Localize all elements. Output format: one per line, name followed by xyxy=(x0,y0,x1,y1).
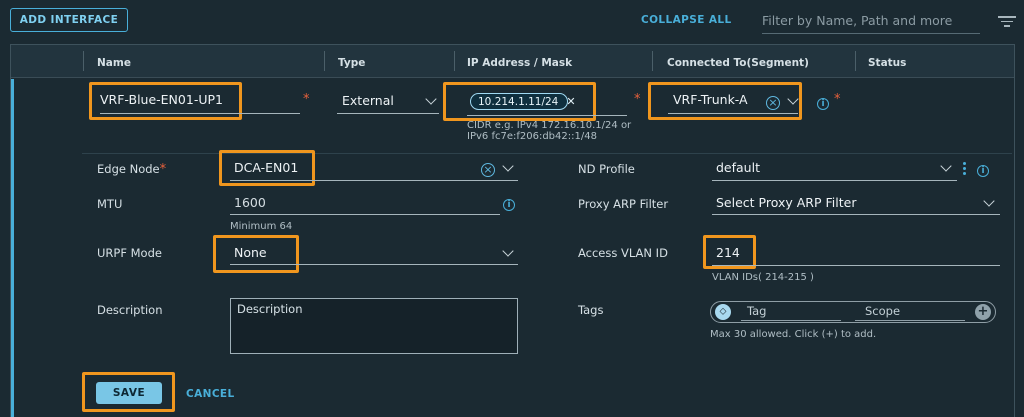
clear-icon[interactable]: × xyxy=(766,96,780,110)
nd-profile-select[interactable]: default xyxy=(712,160,957,181)
mtu-hint: Minimum 64 xyxy=(230,221,293,232)
ip-hint-line2: IPv6 fc7e:f206:db42::1/48 xyxy=(467,131,597,142)
ip-hint-line1: CIDR e.g. IPv4 172.16.10.1/24 or xyxy=(467,120,632,131)
type-value: External xyxy=(342,93,394,108)
info-icon[interactable]: i xyxy=(977,165,989,177)
required-mark: * xyxy=(634,92,641,107)
urpf-mode-label: URPF Mode xyxy=(97,246,162,260)
clear-icon[interactable]: × xyxy=(481,163,495,177)
scope-input[interactable]: Scope xyxy=(855,304,965,321)
close-icon[interactable]: ✕ xyxy=(566,95,575,108)
required-mark: * xyxy=(303,92,310,107)
access-vlan-id-label: Access VLAN ID xyxy=(578,246,668,260)
tag-placeholder: Tag xyxy=(747,303,767,318)
nd-profile-value: default xyxy=(716,160,760,175)
header-separator xyxy=(83,51,84,71)
description-textarea[interactable]: Description xyxy=(230,298,518,354)
edge-node-select[interactable]: DCA-EN01 xyxy=(230,160,518,181)
info-icon[interactable]: i xyxy=(503,199,515,211)
filter-icon[interactable] xyxy=(998,16,1016,28)
access-vlan-id-value: 214 xyxy=(716,245,740,260)
add-interface-button[interactable]: ADD INTERFACE xyxy=(10,8,128,32)
header-separator xyxy=(855,51,856,71)
scope-placeholder: Scope xyxy=(865,303,901,318)
proxy-arp-filter-value: Select Proxy ARP Filter xyxy=(716,195,857,210)
info-icon[interactable]: i xyxy=(817,98,829,110)
column-header-ip[interactable]: IP Address / Mask xyxy=(467,57,572,69)
type-select[interactable]: External xyxy=(337,93,439,114)
add-tag-icon[interactable]: + xyxy=(975,304,991,320)
more-options-icon[interactable] xyxy=(963,162,966,177)
ip-chip-label: 10.214.1.11/24 xyxy=(478,95,559,108)
column-header-status[interactable]: Status xyxy=(868,57,906,69)
ip-chip[interactable]: 10.214.1.11/24 ✕ xyxy=(470,93,576,110)
save-button[interactable]: SAVE xyxy=(96,382,162,404)
tags-label: Tags xyxy=(578,303,604,317)
proxy-arp-filter-select[interactable]: Select Proxy ARP Filter xyxy=(712,195,1000,215)
proxy-arp-filter-label: Proxy ARP Filter xyxy=(578,197,669,211)
row-expanded-indicator xyxy=(11,79,14,417)
column-header-type[interactable]: Type xyxy=(338,57,365,69)
vlan-hint: VLAN IDs( 214-215 ) xyxy=(712,272,814,283)
mtu-input[interactable]: 1600 xyxy=(230,195,500,215)
urpf-mode-select[interactable]: None xyxy=(230,245,518,265)
description-placeholder: Description xyxy=(237,302,303,316)
tags-input-group: ⬦ Tag Scope + xyxy=(710,301,996,323)
tag-input[interactable]: Tag xyxy=(741,304,841,321)
collapse-all-link[interactable]: COLLAPSE ALL xyxy=(641,14,732,26)
tags-hint: Max 30 allowed. Click (+) to add. xyxy=(710,329,877,340)
edge-node-label: Edge Node* xyxy=(97,162,167,177)
header-separator xyxy=(652,51,653,71)
mtu-label: MTU xyxy=(97,197,123,211)
urpf-mode-value: None xyxy=(234,245,267,260)
column-header-name[interactable]: Name xyxy=(97,57,131,69)
nd-profile-label: ND Profile xyxy=(578,162,635,176)
filter-input[interactable]: Filter by Name, Path and more xyxy=(762,13,980,34)
name-value: VRF-Blue-EN01-UP1 xyxy=(100,92,223,107)
segment-value: VRF-Trunk-A xyxy=(673,92,748,107)
tag-icon: ⬦ xyxy=(715,304,731,320)
access-vlan-id-input[interactable]: 214 xyxy=(712,245,1000,266)
cancel-button[interactable]: CANCEL xyxy=(186,388,235,400)
name-input[interactable]: VRF-Blue-EN01-UP1 xyxy=(100,92,300,114)
edge-node-value: DCA-EN01 xyxy=(234,160,299,175)
column-header-connected-to[interactable]: Connected To(Segment) xyxy=(667,57,809,69)
description-label: Description xyxy=(97,303,163,317)
header-separator xyxy=(324,51,325,71)
header-separator xyxy=(454,51,455,71)
required-mark: * xyxy=(834,92,841,107)
mtu-value: 1600 xyxy=(234,195,266,210)
